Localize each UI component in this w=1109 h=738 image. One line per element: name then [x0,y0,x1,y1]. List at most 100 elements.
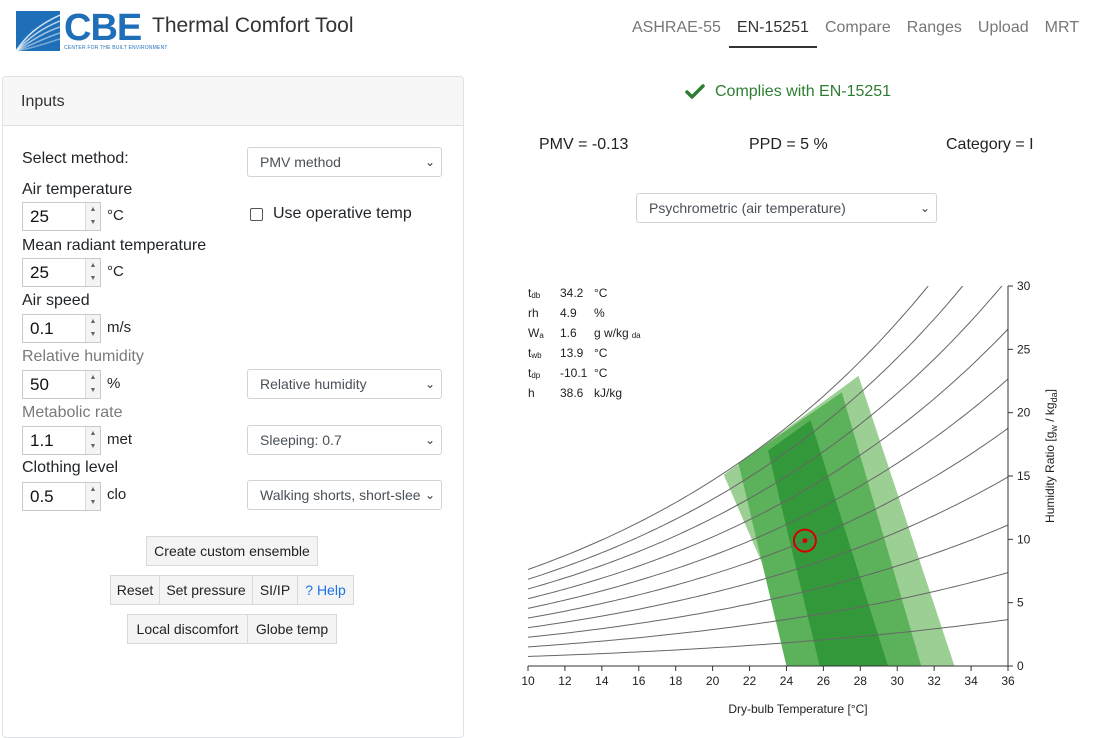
x-axis-label: Dry-bulb Temperature [°C] [728,702,867,716]
create-custom-ensemble-button[interactable]: Create custom ensemble [146,536,318,566]
chevron-down-icon: ⌄ [424,155,435,169]
air-temperature-label: Air temperature [22,181,133,198]
readout-symbol: tdb [528,286,541,300]
air-speed-value: 0.1 [30,319,54,338]
tab-ashrae-55[interactable]: ASHRAE-55 [624,14,729,48]
humidity-input[interactable]: 50 ▲ ▼ [22,370,101,399]
tab-mrt[interactable]: MRT [1037,14,1087,48]
clothing-level-unit: clo [107,486,127,503]
spin-down-icon[interactable]: ▼ [86,384,100,397]
set-pressure-button[interactable]: Set pressure [159,575,253,605]
compliance-status: Complies with EN-15251 [685,83,891,101]
humidity-label: Relative humidity [22,348,144,365]
compliance-text: Complies with EN-15251 [715,83,892,100]
clothing-ensemble-value: Walking shorts, short-slee [260,487,421,503]
air-speed-input[interactable]: 0.1 ▲ ▼ [22,314,101,343]
readout-symbol: twb [528,346,542,360]
air-speed-spinner[interactable]: ▲ ▼ [85,315,100,342]
tab-compare[interactable]: Compare [817,14,899,48]
spin-down-icon[interactable]: ▼ [86,440,100,453]
readout-symbol: Wa [528,326,544,340]
cbe-logo[interactable]: CBE CENTER FOR THE BUILT ENVIRONMENT [16,7,167,52]
x-tick-label: 10 [521,674,535,688]
tab-en-15251[interactable]: EN-15251 [728,14,817,48]
clothing-level-label: Clothing level [22,459,119,476]
use-operative-temp-checkbox[interactable]: Use operative temp [250,205,412,223]
humidity-type-value: Relative humidity [260,376,367,392]
mrt-label: Mean radiant temperature [22,237,207,254]
x-tick-label: 34 [964,674,978,688]
chevron-down-icon: ⌄ [919,201,930,215]
air-speed-label: Air speed [22,292,90,309]
spin-up-icon[interactable]: ▲ [86,483,100,496]
globe-temp-button[interactable]: Globe temp [247,614,337,644]
x-tick-label: 22 [743,674,757,688]
logo-mark-icon [16,11,60,51]
mrt-value: 25 [30,263,49,282]
x-tick-label: 28 [854,674,868,688]
clothing-level-input[interactable]: 0.5 ▲ ▼ [22,482,101,511]
air-temperature-unit: °C [107,207,124,224]
select-method-label: Select method: [22,150,129,167]
readout-unit: °C [594,366,608,380]
mrt-spinner[interactable]: ▲ ▼ [85,259,100,286]
y-axis-label: Humidity Ratio [gw / kgda] [1043,389,1059,523]
y-tick-label: 30 [1017,279,1031,293]
metabolic-rate-input[interactable]: 1.1 ▲ ▼ [22,426,101,455]
metabolic-rate-spinner[interactable]: ▲ ▼ [85,427,100,454]
clothing-level-spinner[interactable]: ▲ ▼ [85,483,100,510]
readout-value: -10.1 [560,366,588,380]
humidity-spinner[interactable]: ▲ ▼ [85,371,100,398]
readout-symbol: tdp [528,366,541,380]
local-discomfort-button[interactable]: Local discomfort [127,614,248,644]
x-tick-label: 16 [632,674,646,688]
x-tick-label: 18 [669,674,683,688]
checkbox-icon[interactable] [250,207,263,221]
spin-down-icon[interactable]: ▼ [86,328,100,341]
spin-up-icon[interactable]: ▲ [86,427,100,440]
spin-up-icon[interactable]: ▲ [86,259,100,272]
mrt-input[interactable]: 25 ▲ ▼ [22,258,101,287]
readout-value: 4.9 [560,306,577,320]
x-tick-label: 32 [927,674,941,688]
readout-symbol: h [528,386,535,400]
help-button[interactable]: ? Help [297,575,354,605]
x-tick-label: 14 [595,674,609,688]
tab-ranges[interactable]: Ranges [899,14,970,48]
readout-symbol: rh [528,306,539,320]
readout-unit: % [594,306,605,320]
spin-down-icon[interactable]: ▼ [86,496,100,509]
current-condition-point[interactable] [802,538,808,544]
readout-unit: °C [594,286,608,300]
x-tick-label: 30 [891,674,905,688]
spin-down-icon[interactable]: ▼ [86,272,100,285]
y-tick-label: 15 [1017,469,1031,483]
humidity-type-select[interactable]: Relative humidity ⌄ [247,369,442,399]
psychrometric-chart[interactable]: 10 12 14 16 18 20 22 24 26 28 30 32 34 36 0 5 10 15 20 25 30… [510,270,1090,727]
x-tick-label: 20 [706,674,720,688]
si-ip-button[interactable]: SI/IP [252,575,298,605]
main-nav: ASHRAE-55 EN-15251 Compare Ranges Upload… [624,14,1087,48]
ppd-value: PPD = 5 % [749,136,828,153]
method-select[interactable]: PMV method ⌄ [247,147,442,177]
spin-up-icon[interactable]: ▲ [86,203,100,216]
spin-down-icon[interactable]: ▼ [86,216,100,229]
y-tick-label: 20 [1017,406,1031,420]
clothing-ensemble-select[interactable]: Walking shorts, short-slee ⌄ [247,480,442,510]
spin-up-icon[interactable]: ▲ [86,315,100,328]
spin-up-icon[interactable]: ▲ [86,371,100,384]
chevron-down-icon: ⌄ [424,377,435,391]
readout-value: 13.9 [560,346,584,360]
tab-upload[interactable]: Upload [970,14,1037,48]
logo-text: CBE [64,7,142,49]
y-tick-label: 5 [1017,596,1024,610]
mrt-unit: °C [107,263,124,280]
x-tick-label: 26 [817,674,831,688]
air-temperature-input[interactable]: 25 ▲ ▼ [22,202,101,231]
chart-type-select[interactable]: Psychrometric (air temperature) ⌄ [636,193,937,223]
reset-button[interactable]: Reset [110,575,160,605]
x-tick-label: 36 [1001,674,1015,688]
activity-select[interactable]: Sleeping: 0.7 ⌄ [247,425,442,455]
chart-svg[interactable]: 10 12 14 16 18 20 22 24 26 28 30 32 34 360 5 10 15 20 25 30… [510,270,1090,722]
air-temperature-spinner[interactable]: ▲ ▼ [85,203,100,230]
